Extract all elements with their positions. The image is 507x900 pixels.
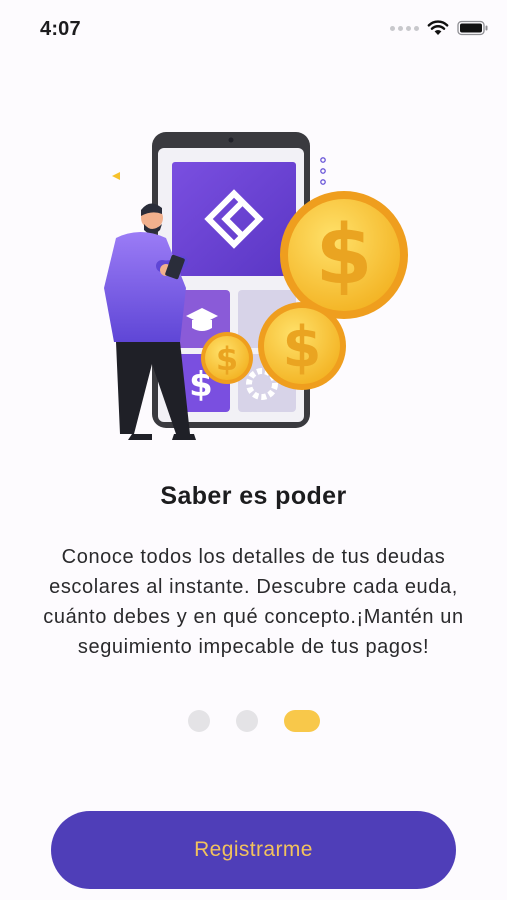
person-phone-coins-illustration: $ $ $ $ [104,132,408,440]
page-dot-1 [187,710,210,732]
svg-text:$: $ [283,315,322,380]
page-indicator [0,710,507,732]
onboarding-description: Conoce todos los detalles de tus deudas … [43,546,464,658]
signal-dots-icon [390,25,419,31]
wifi-icon [427,20,449,35]
status-bar: 4:07 [0,0,507,62]
status-time: 4:07 [40,18,81,40]
page-dot-2 [235,710,258,732]
page-dot-3-active [283,710,320,732]
register-button[interactable]: Registrarme [51,811,456,889]
svg-text:$: $ [315,208,372,303]
svg-text:$: $ [216,340,238,378]
battery-icon [457,20,488,36]
status-icons [390,20,489,36]
onboarding-title: Saber es poder [160,482,347,510]
